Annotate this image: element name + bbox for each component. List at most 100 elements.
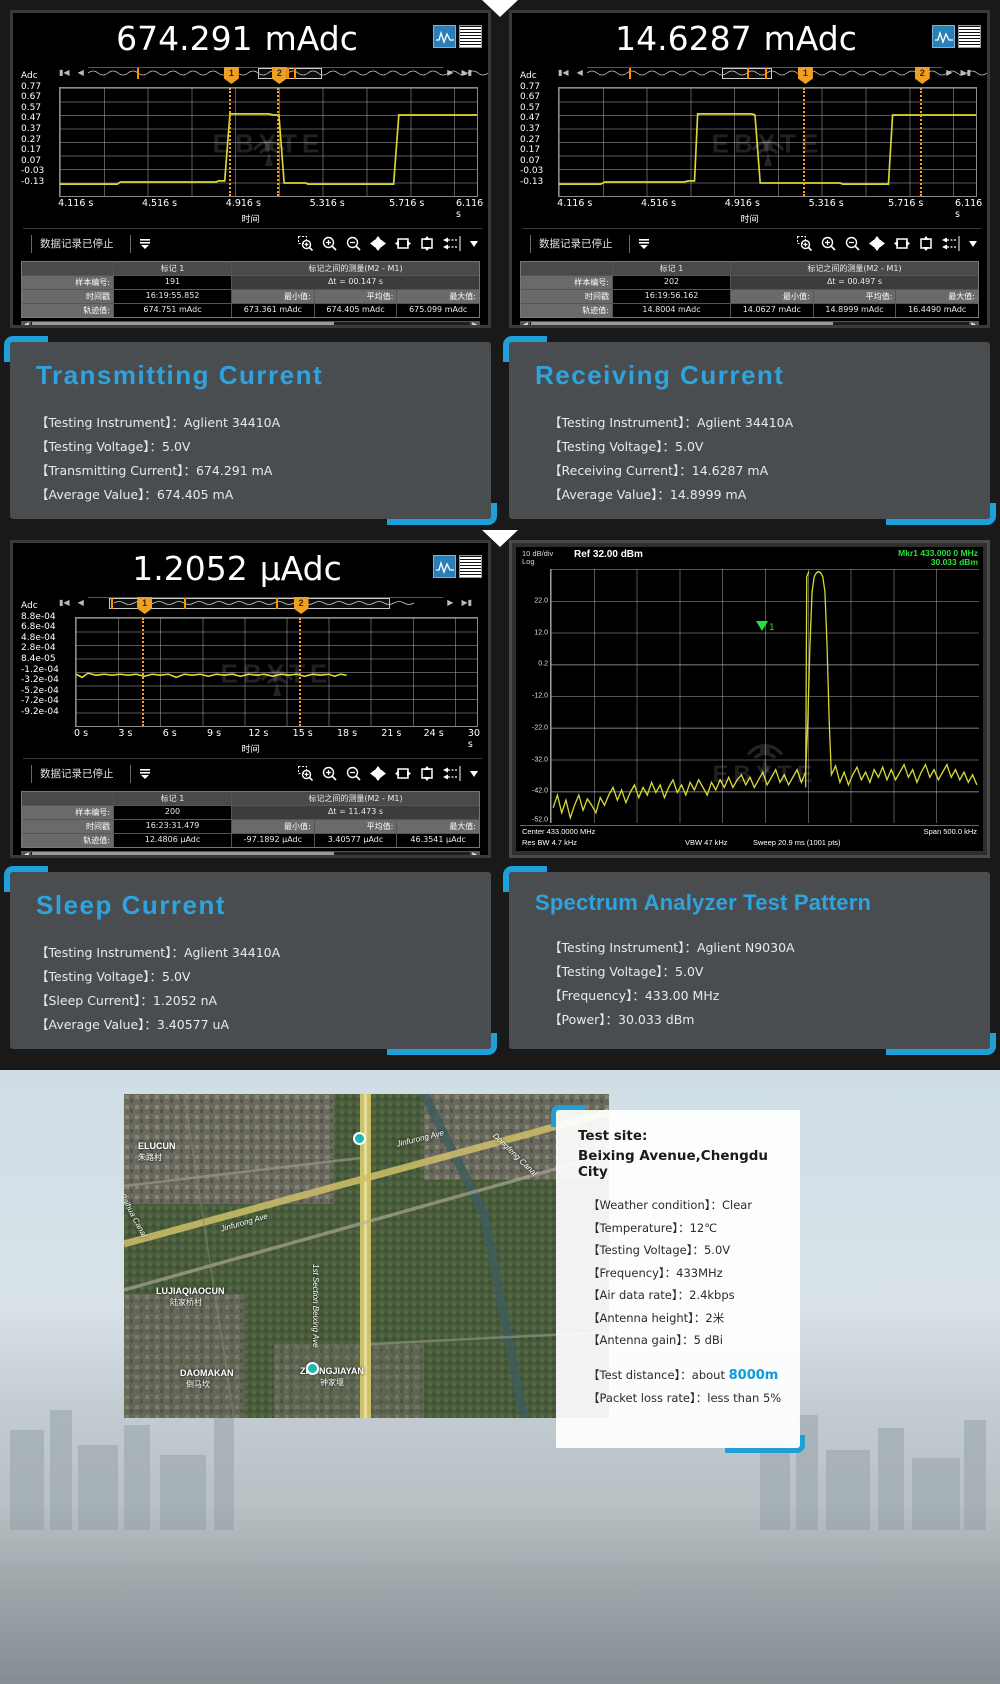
card-line: 【Frequency】：433.00 MHz — [549, 988, 720, 1003]
row-label: 轨迹值: — [22, 834, 114, 847]
reading-display: 1.2052 μAdc — [19, 549, 433, 588]
scroll-left-icon[interactable] — [443, 236, 461, 251]
card-title: Sleep Current — [36, 890, 226, 920]
table-row: 样本编号: 202 Δt = 00.497 s — [521, 276, 978, 290]
plot-box: EBYTE 1 2 — [558, 67, 977, 197]
instrument-screen-receiving: 14.6287 mAdc ▮◀ ◀ ▶ ▶▮ Adc 0.77 0.67 0.5… — [509, 10, 990, 328]
map-marker-pin[interactable] — [306, 1362, 319, 1375]
fit-vertical-icon[interactable] — [919, 236, 933, 251]
card-corner-accent — [387, 503, 497, 525]
table-view-icon[interactable] — [958, 25, 981, 48]
more-options-icon[interactable] — [969, 240, 977, 248]
min-label: 最小值: — [232, 290, 315, 303]
nav-prev-icon[interactable]: ◀ — [74, 68, 88, 77]
timeline-navigator[interactable]: ▮◀ ◀ ▶ ▶▮ — [55, 65, 488, 79]
scroll-right-arrow[interactable]: ▶ — [470, 322, 479, 325]
collapse-icon[interactable] — [139, 237, 151, 250]
delta-t-value: Δt = 00.147 s — [232, 276, 479, 289]
x-axis-labels: 0 s3 s6 s 9 s 12 s 15 s 18 s 21 s 24 s 30 s — [74, 728, 481, 750]
fit-all-icon[interactable] — [370, 766, 386, 781]
horizontal-scrollbar[interactable]: ◀ ▶ — [21, 321, 480, 325]
zoom-out-icon[interactable] — [346, 236, 361, 251]
plot-box: EBYTE 1 2 — [59, 67, 478, 197]
timeline-track[interactable] — [87, 66, 488, 79]
waveform-view-icon[interactable] — [433, 25, 456, 48]
nav-first-icon[interactable]: ▮◀ — [554, 68, 573, 77]
zoom-region-icon[interactable] — [797, 236, 812, 251]
fit-horizontal-icon[interactable] — [395, 766, 411, 781]
card-corner-accent — [886, 503, 996, 525]
nav-prev-icon[interactable]: ◀ — [573, 68, 587, 77]
col-between-header: 标记之间的测量(M2 - M1) — [232, 792, 479, 805]
waveform-view-icon[interactable] — [433, 555, 456, 578]
fit-vertical-icon[interactable] — [420, 236, 434, 251]
y-axis-labels: Adc 8.8e-04 6.8e-04 4.8e-04 2.8e-04 8.4e… — [21, 601, 59, 717]
row-value: 200 — [114, 806, 232, 819]
row-value: 12.4806 μAdc — [114, 834, 232, 847]
scroll-left-icon[interactable] — [443, 766, 461, 781]
marker-1[interactable]: 1 — [223, 67, 239, 196]
table-view-icon[interactable] — [459, 25, 482, 48]
fit-vertical-icon[interactable] — [420, 766, 434, 781]
scroll-left-arrow[interactable]: ◀ — [521, 322, 530, 325]
fit-all-icon[interactable] — [370, 236, 386, 251]
test-distance-line: 【Test distance】：about 8000m — [578, 1364, 784, 1388]
marker-1[interactable]: 1 — [137, 597, 153, 726]
collapse-icon[interactable] — [139, 767, 151, 780]
nav-prev-icon[interactable]: ◀ — [74, 598, 88, 607]
scroll-right-arrow[interactable]: ▶ — [969, 322, 978, 325]
marker-1[interactable]: 1 — [797, 67, 813, 196]
scroll-right-arrow[interactable]: ▶ — [470, 852, 479, 855]
marker-2-flag: 2 — [271, 67, 287, 84]
zoom-in-icon[interactable] — [821, 236, 836, 251]
test-site-title: Test site: — [578, 1128, 648, 1144]
table-row: 样本编号: 200 Δt = 11.473 s — [22, 806, 479, 820]
zoom-region-icon[interactable] — [298, 236, 313, 251]
ebyte-watermark-icon — [746, 744, 784, 773]
zoom-out-icon[interactable] — [346, 766, 361, 781]
more-options-icon[interactable] — [470, 240, 478, 248]
waveform-view-icon[interactable] — [932, 25, 955, 48]
zoom-region-icon[interactable] — [298, 766, 313, 781]
fit-horizontal-icon[interactable] — [395, 236, 411, 251]
marker-2[interactable]: 2 — [271, 67, 287, 196]
satellite-map[interactable]: ELUCUN 朱路村 LUJIAQIAOCUN 陆家桥村 DAOMAKAN 倒马… — [124, 1094, 609, 1418]
marker-2[interactable]: 2 — [293, 597, 309, 726]
plot-area-receiving: Adc 0.77 0.67 0.57 0.47 0.37 0.27 0.17 0… — [518, 67, 982, 220]
table-view-icon[interactable] — [459, 555, 482, 578]
horizontal-scrollbar[interactable]: ◀ ▶ — [21, 851, 480, 855]
scroll-thumb[interactable] — [32, 852, 334, 855]
row-value: 674.751 mAdc — [114, 304, 232, 317]
timeline-navigator[interactable]: ▮◀ ◀ ▶ ▶▮ — [55, 595, 476, 609]
row-label: 时间戳 — [22, 290, 114, 303]
card-line: 【Testing Instrument】：Aglient 34410A — [36, 945, 281, 960]
timeline-track[interactable] — [586, 66, 987, 79]
zoom-in-icon[interactable] — [322, 766, 337, 781]
caption-card-receiving: Receiving Current 【Testing Instrument】：A… — [503, 336, 996, 525]
min-label: 最小值: — [731, 290, 814, 303]
reading-value: 1.2052 — [132, 549, 248, 588]
timeline-navigator[interactable]: ▮◀ ◀ ▶ ▶▮ — [554, 65, 987, 79]
map-marker-pin[interactable] — [353, 1132, 366, 1145]
more-options-icon[interactable] — [470, 770, 478, 778]
fit-horizontal-icon[interactable] — [894, 236, 910, 251]
marker-2[interactable]: 2 — [914, 67, 930, 196]
scroll-left-icon[interactable] — [942, 236, 960, 251]
zoom-out-icon[interactable] — [845, 236, 860, 251]
spectrum-marker-icon: 1 — [756, 620, 775, 633]
delta-t-value: Δt = 00.497 s — [731, 276, 978, 289]
card-corner-accent — [4, 336, 48, 362]
horizontal-scrollbar[interactable]: ◀ ▶ — [520, 321, 979, 325]
reading-value: 674.291 — [116, 19, 253, 58]
scroll-thumb[interactable] — [531, 322, 833, 325]
nav-first-icon[interactable]: ▮◀ — [55, 68, 74, 77]
scroll-left-arrow[interactable]: ◀ — [22, 852, 31, 855]
fit-all-icon[interactable] — [869, 236, 885, 251]
reading-display: 674.291 mAdc — [19, 19, 433, 58]
marker-2-flag: 2 — [914, 67, 930, 84]
scroll-left-arrow[interactable]: ◀ — [22, 322, 31, 325]
collapse-icon[interactable] — [638, 237, 650, 250]
scroll-thumb[interactable] — [32, 322, 334, 325]
zoom-in-icon[interactable] — [322, 236, 337, 251]
min-label: 最小值: — [232, 820, 315, 833]
